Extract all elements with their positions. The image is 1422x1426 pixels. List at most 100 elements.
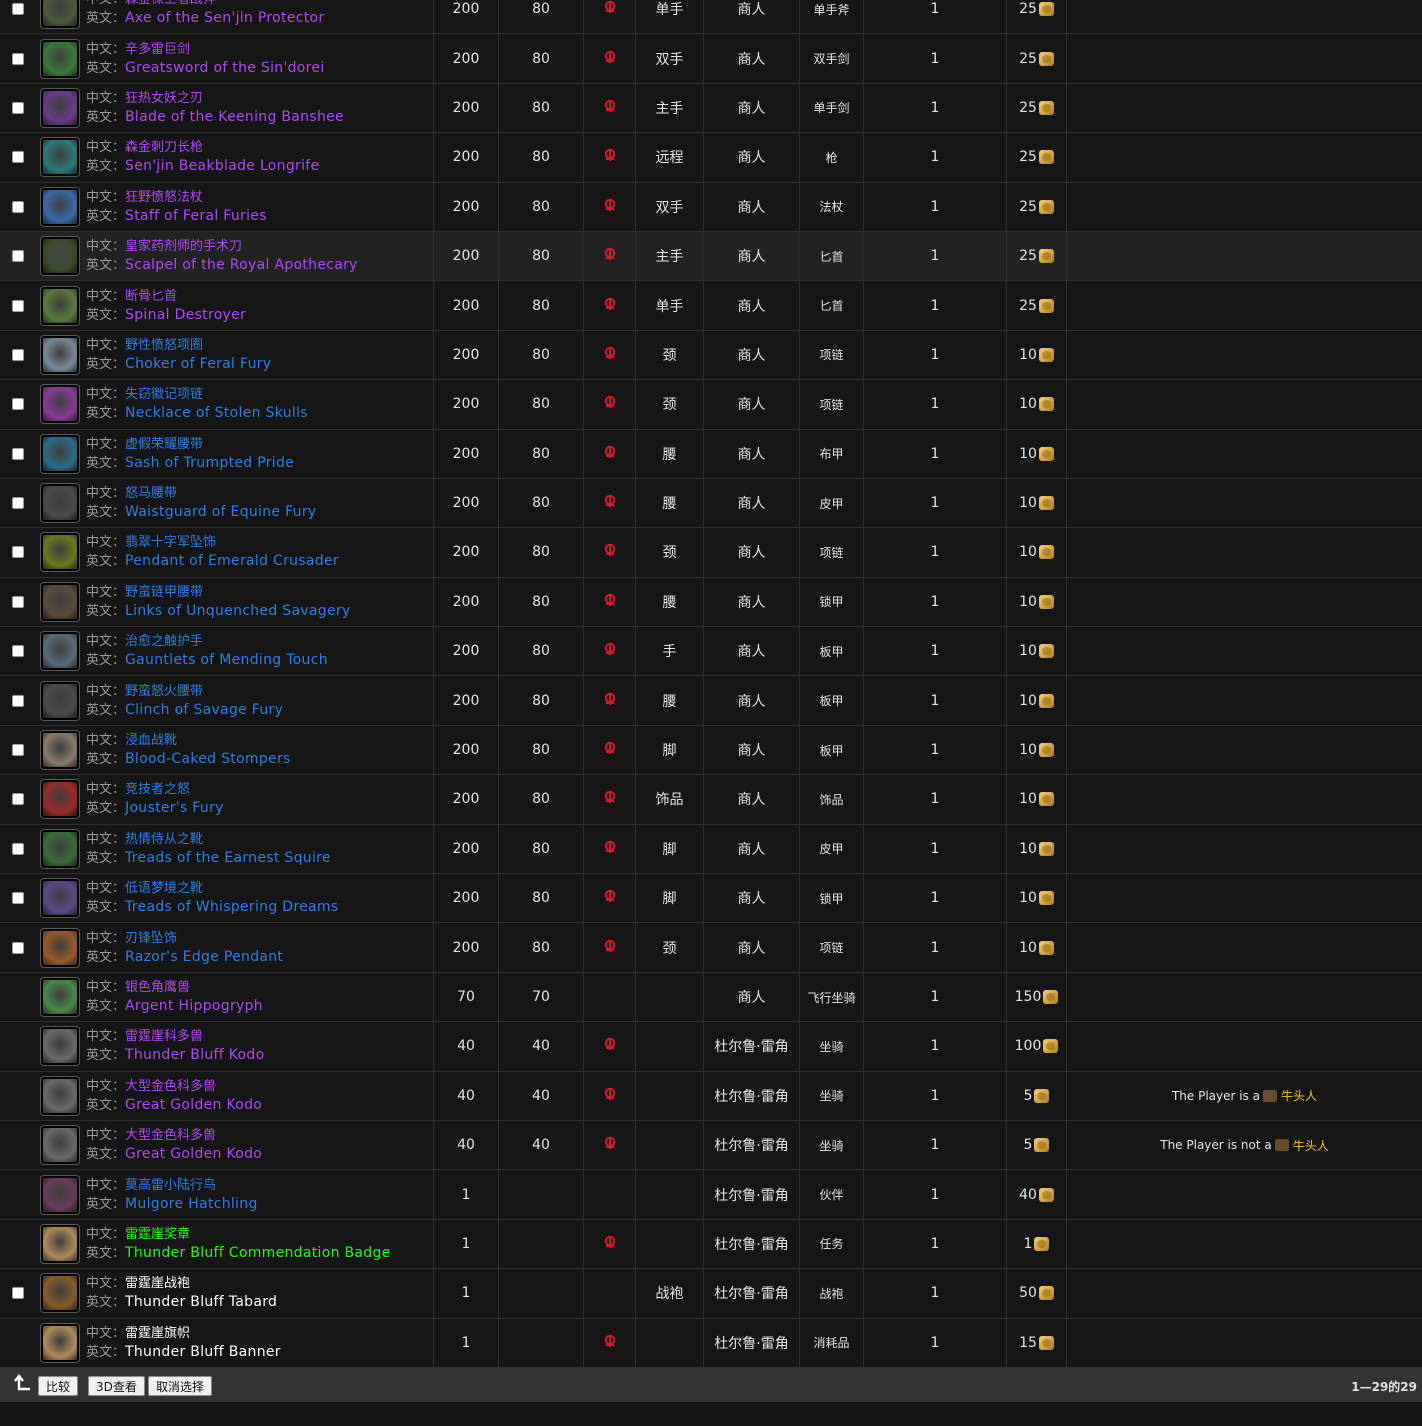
- item-name-zh-link[interactable]: 狂野愤怒法杖: [125, 190, 203, 205]
- table-row[interactable]: 中文：刃锋坠饰 英文：Razor's Edge Pendant 200 80 颈 商人 项链…: [0, 923, 1422, 973]
- item-name-en-link[interactable]: Blood-Caked Stompers: [125, 751, 291, 767]
- table-row[interactable]: 中文：治愈之触护手 英文：Gauntlets of Mending Touch 20…: [0, 627, 1422, 677]
- row-checkbox[interactable]: [12, 694, 24, 707]
- row-checkbox[interactable]: [12, 546, 24, 559]
- item-name-zh-link[interactable]: 治愈之触护手: [125, 634, 203, 649]
- table-row[interactable]: 中文：雷霆崖旗帜 英文：Thunder Bluff Banner 1 杜尔鲁·雷角 消耗…: [0, 1318, 1422, 1368]
- row-checkbox[interactable]: [12, 151, 24, 164]
- row-checkbox[interactable]: [12, 645, 24, 658]
- item-icon[interactable]: [40, 977, 80, 1017]
- item-name-zh-link[interactable]: 大型金色科多兽: [125, 1128, 216, 1143]
- table-row[interactable]: 中文：竞技者之怒 英文：Jouster's Fury 200 80 饰品 商人 饰品 1 10: [0, 775, 1422, 825]
- row-checkbox[interactable]: [12, 595, 24, 608]
- item-name-zh-link[interactable]: 刃锋坠饰: [125, 931, 177, 946]
- item-name-zh-link[interactable]: 辛多雷巨剑: [125, 42, 190, 57]
- table-row[interactable]: 中文：雷霆崖战袍 英文：Thunder Bluff Tabard 1 战袍 杜尔鲁·雷角…: [0, 1269, 1422, 1319]
- item-icon[interactable]: [40, 285, 80, 326]
- item-icon[interactable]: [40, 87, 80, 128]
- item-name-zh-link[interactable]: 雷霆崖科多兽: [125, 1029, 203, 1044]
- item-name-zh-link[interactable]: 失窃徽记项链: [125, 387, 203, 402]
- item-name-en-link[interactable]: Thunder Bluff Tabard: [125, 1294, 277, 1310]
- table-row[interactable]: 中文：热情侍从之靴 英文：Treads of the Earnest Squire…: [0, 824, 1422, 875]
- item-name-en-link[interactable]: Mulgore Hatchling: [125, 1196, 258, 1212]
- item-name-zh-link[interactable]: 莫高雷小陆行鸟: [125, 1178, 216, 1193]
- item-icon[interactable]: [40, 433, 80, 474]
- item-name-en-link[interactable]: Spinal Destroyer: [125, 307, 246, 323]
- item-name-en-link[interactable]: Links of Unquenched Savagery: [125, 603, 351, 619]
- table-row[interactable]: 中文：大型金色科多兽 英文：Great Golden Kodo 40 40 杜尔鲁·雷角…: [0, 1071, 1422, 1121]
- item-icon[interactable]: [40, 680, 80, 721]
- row-checkbox[interactable]: [12, 892, 24, 905]
- item-name-en-link[interactable]: Clinch of Savage Fury: [125, 702, 283, 718]
- table-row[interactable]: 中文：银色角鹰兽 英文：Argent Hippogryph 70 70 商人 飞行坐骑 1 1…: [0, 972, 1422, 1023]
- item-name-zh-link[interactable]: 虚假荣耀腰带: [125, 437, 203, 452]
- item-icon[interactable]: [40, 1174, 80, 1215]
- item-name-zh-link[interactable]: 热情侍从之靴: [125, 832, 203, 847]
- item-name-en-link[interactable]: Pendant of Emerald Crusader: [125, 553, 339, 569]
- item-icon[interactable]: [40, 1026, 80, 1067]
- item-name-en-link[interactable]: Staff of Feral Furies: [125, 208, 267, 224]
- table-row[interactable]: 中文：森金保卫者战斧英文：Axe of the Sen'jin Protecto…: [0, 0, 1422, 35]
- table-row[interactable]: 中文：虚假荣耀腰带 英文：Sash of Trumpted Pride 200 80 腰…: [0, 429, 1422, 479]
- item-name-en-link[interactable]: Sash of Trumpted Pride: [125, 455, 294, 471]
- table-row[interactable]: 中文：大型金色科多兽 英文：Great Golden Kodo 40 40 杜尔鲁·雷角…: [0, 1120, 1422, 1171]
- table-row[interactable]: 中文：浸血战靴 英文：Blood-Caked Stompers 200 80 脚 商人 板甲…: [0, 725, 1422, 776]
- item-icon[interactable]: [40, 137, 80, 178]
- item-name-en-link[interactable]: Axe of the Sen'jin Protector: [125, 10, 324, 26]
- item-name-en-link[interactable]: Scalpel of the Royal Apothecary: [125, 257, 358, 273]
- item-name-zh-link[interactable]: 森金刺刀长枪: [125, 140, 203, 155]
- item-icon[interactable]: [40, 38, 80, 79]
- item-name-en-link[interactable]: Treads of Whispering Dreams: [125, 899, 338, 915]
- row-checkbox[interactable]: [12, 101, 24, 114]
- item-icon[interactable]: [40, 334, 80, 375]
- row-checkbox[interactable]: [12, 744, 24, 757]
- item-name-zh-link[interactable]: 低语梦境之靴: [125, 881, 203, 896]
- table-row[interactable]: 中文：翡翠十字军坠饰 英文：Pendant of Emerald Crusader…: [0, 528, 1422, 578]
- item-name-en-link[interactable]: Gauntlets of Mending Touch: [125, 652, 328, 668]
- item-icon[interactable]: [40, 779, 80, 820]
- item-name-zh-link[interactable]: 雷霆崖奖章: [125, 1227, 190, 1242]
- table-row[interactable]: 中文：野蛮怒火腰带 英文：Clinch of Savage Fury 200 80 腰 商…: [0, 676, 1422, 726]
- item-name-en-link[interactable]: Thunder Bluff Banner: [125, 1344, 281, 1360]
- item-name-en-link[interactable]: Waistguard of Equine Fury: [125, 504, 316, 520]
- up-arrow-icon[interactable]: [14, 1374, 34, 1394]
- item-icon[interactable]: [40, 1273, 80, 1314]
- item-name-zh-link[interactable]: 怒马腰带: [125, 486, 177, 501]
- table-row[interactable]: 中文：野蛮链甲腰带 英文：Links of Unquenched Savagery…: [0, 577, 1422, 628]
- item-name-en-link[interactable]: Choker of Feral Fury: [125, 356, 271, 372]
- item-name-zh-link[interactable]: 银色角鹰兽: [125, 980, 190, 995]
- table-row[interactable]: 中文：雷霆崖奖章 英文：Thunder Bluff Commendation Ba…: [0, 1219, 1422, 1270]
- row-checkbox[interactable]: [12, 3, 24, 16]
- row-checkbox[interactable]: [12, 250, 24, 263]
- item-name-en-link[interactable]: Great Golden Kodo: [125, 1146, 262, 1162]
- item-icon[interactable]: [40, 730, 80, 771]
- table-row[interactable]: 中文：野性愤怒项圈 英文：Choker of Feral Fury 200 80 颈 商人…: [0, 330, 1422, 381]
- row-checkbox[interactable]: [12, 52, 24, 65]
- table-row[interactable]: 中文：莫高雷小陆行鸟 英文：Mulgore Hatchling 1 杜尔鲁·雷角 伙伴 1…: [0, 1170, 1422, 1220]
- item-name-zh-link[interactable]: 野蛮链甲腰带: [125, 585, 203, 600]
- table-row[interactable]: 中文：森金刺刀长枪 英文：Sen'jin Beakblade Longrife 20…: [0, 133, 1422, 183]
- table-row[interactable]: 中文：失窃徽记项链 英文：Necklace of Stolen Skulls 200…: [0, 380, 1422, 430]
- item-icon[interactable]: [40, 878, 80, 919]
- view-3d-button[interactable]: 3D查看: [88, 1376, 145, 1396]
- item-name-en-link[interactable]: Thunder Bluff Commendation Badge: [125, 1245, 391, 1261]
- item-name-zh-link[interactable]: 竞技者之怒: [125, 782, 190, 797]
- item-name-en-link[interactable]: Razor's Edge Pendant: [125, 949, 283, 965]
- table-row[interactable]: 中文：辛多雷巨剑 英文：Greatsword of the Sin'dorei 20…: [0, 34, 1422, 84]
- table-row[interactable]: 中文：雷霆崖科多兽 英文：Thunder Bluff Kodo 40 40 杜尔鲁·雷角…: [0, 1022, 1422, 1072]
- row-checkbox[interactable]: [12, 348, 24, 361]
- row-checkbox[interactable]: [12, 447, 24, 460]
- item-name-zh-link[interactable]: 野蛮怒火腰带: [125, 684, 203, 699]
- item-icon[interactable]: [40, 236, 80, 277]
- item-name-en-link[interactable]: Great Golden Kodo: [125, 1097, 262, 1113]
- row-checkbox[interactable]: [12, 1287, 24, 1300]
- item-name-en-link[interactable]: Blade of the Keening Banshee: [125, 109, 344, 125]
- item-icon[interactable]: [40, 384, 80, 425]
- race-link[interactable]: 牛头人: [1293, 1137, 1329, 1154]
- item-icon[interactable]: [40, 581, 80, 622]
- item-name-zh-link[interactable]: 野性愤怒项圈: [125, 338, 203, 353]
- row-checkbox[interactable]: [12, 842, 24, 855]
- item-name-en-link[interactable]: Argent Hippogryph: [125, 998, 263, 1014]
- item-name-en-link[interactable]: Jouster's Fury: [125, 800, 224, 816]
- row-checkbox[interactable]: [12, 398, 24, 411]
